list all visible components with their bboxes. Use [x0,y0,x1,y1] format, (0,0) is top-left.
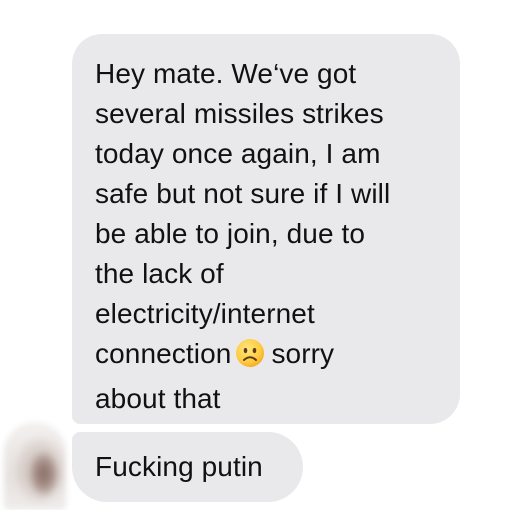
message-line: be able to join, due to [95,218,366,249]
message-text: Fucking putin [95,451,263,482]
message-line-with-emoji: connection sorry [95,334,440,379]
message-line: about that [95,383,221,414]
frowning-face-emoji-icon [235,338,265,379]
message-line: the lack of [95,258,224,289]
message-line: several missiles strikes [95,98,384,129]
message-line: today once again, I am [95,138,381,169]
avatar-image [4,422,66,510]
message-line: safe but not sure if I will [95,178,391,209]
incoming-message-bubble[interactable]: Fucking putin [72,432,303,502]
avatar[interactable] [0,412,72,510]
incoming-message-bubble[interactable]: Hey mate. We‘ve got several missiles str… [72,34,460,424]
message-text-fragment: connection [95,338,232,369]
message-line: electricity/internet [95,298,315,329]
message-thread: Hey mate. We‘ve got several missiles str… [0,0,532,510]
message-text-fragment: sorry [271,338,335,369]
message-line: Hey mate. We‘ve got [95,58,357,89]
